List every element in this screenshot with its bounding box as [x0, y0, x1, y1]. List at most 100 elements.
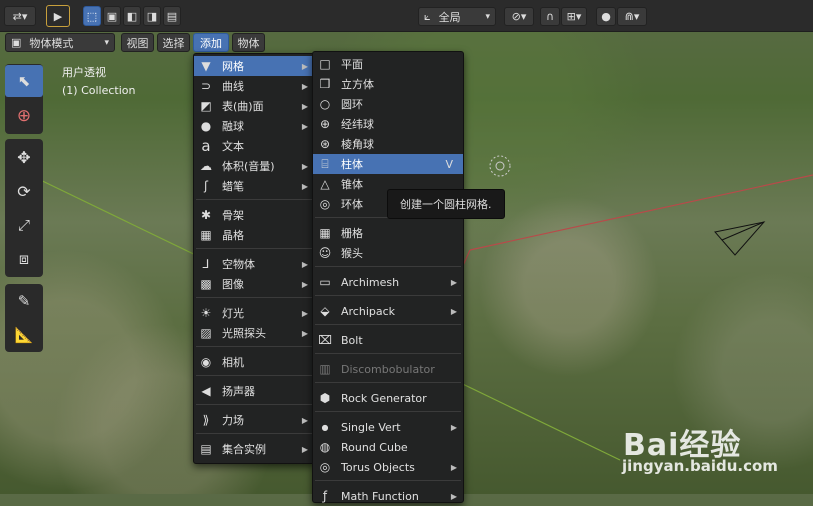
extend-icon: ▣ — [106, 9, 118, 23]
transform-tool[interactable]: ⧈ — [5, 243, 43, 275]
menu-separator — [196, 297, 312, 298]
cylinder-icon: ⌸ — [321, 156, 329, 171]
scale-tool[interactable]: ⤢ — [5, 209, 43, 241]
menu-separator — [196, 248, 312, 249]
rotate-tool[interactable]: ⟳ — [5, 175, 43, 207]
select-extend-button[interactable]: ▣ — [103, 6, 121, 26]
menu-item-cube[interactable]: ❒ 立方体 — [313, 74, 463, 94]
math-icon: ƒ — [322, 489, 328, 503]
menu-separator — [315, 411, 461, 412]
select-new-button[interactable]: ⬚ — [83, 6, 101, 26]
vert-icon: ● — [321, 422, 329, 432]
menu-item-force-field[interactable]: ⟫ 力场 ▶ — [194, 410, 314, 430]
object-menu[interactable]: 物体 — [232, 33, 265, 52]
menu-item-archimesh[interactable]: ▭ Archimesh ▶ — [313, 272, 463, 292]
force-field-icon: ⟫ — [202, 413, 210, 427]
menu-separator — [196, 375, 312, 376]
move-tool[interactable]: ✥ — [5, 141, 43, 173]
menu-item-volume[interactable]: ☁ 体积(音量) ▶ — [194, 156, 314, 176]
add-menu[interactable]: 添加 — [193, 33, 229, 52]
menu-item-metaball[interactable]: ● 融球 ▶ — [194, 116, 314, 136]
camera-icon: ◉ — [200, 355, 212, 369]
menu-item-uv-sphere[interactable]: ⊕ 经纬球 — [313, 114, 463, 134]
menu-item-empty[interactable]: ⅃ 空物体 ▶ — [194, 254, 314, 274]
menu-item-image[interactable]: ▩ 图像 ▶ — [194, 274, 314, 294]
select-intersect-button[interactable]: ▤ — [163, 6, 181, 26]
select-subtract-button[interactable]: ◧ — [123, 6, 141, 26]
menu-item-round-cube[interactable]: ◍ Round Cube — [313, 437, 463, 457]
snap-target-button[interactable]: ⊞▾ — [561, 7, 587, 26]
menu-item-discombobulator[interactable]: ▥ Discombobulator — [313, 359, 463, 379]
editor-type-button[interactable]: ⇄▾ — [4, 6, 36, 26]
submenu-arrow-icon: ▶ — [450, 462, 457, 472]
select-menu[interactable]: 选择 — [157, 33, 190, 52]
transform-icon: ⧈ — [18, 249, 30, 268]
menu-item-ico-sphere[interactable]: ⊛ 棱角球 — [313, 134, 463, 154]
menu-item-curve[interactable]: ⊃ 曲线 ▶ — [194, 76, 314, 96]
submenu-arrow-icon: ▶ — [301, 61, 308, 71]
intersect-icon: ▤ — [166, 9, 178, 23]
pivot-point-button[interactable]: ⊘▾ — [504, 7, 534, 26]
menu-item-grease-pencil[interactable]: ʃ 蜡笔 ▶ — [194, 176, 314, 196]
ruler-icon: 📐 — [14, 326, 34, 344]
submenu-arrow-icon: ▶ — [301, 415, 308, 425]
menu-item-plane[interactable]: □ 平面 — [313, 54, 463, 74]
measure-tool[interactable]: 📐 — [5, 319, 43, 351]
menu-item-math-function[interactable]: ƒ Math Function ▶ — [313, 486, 463, 506]
select-box-tool[interactable]: ⬉ — [5, 65, 43, 97]
submenu-arrow-icon: ▶ — [301, 328, 308, 338]
volume-icon: ☁ — [200, 159, 212, 173]
menu-separator — [196, 433, 312, 434]
submenu-arrow-icon: ▶ — [450, 422, 457, 432]
surface-icon: ◩ — [200, 99, 212, 113]
menu-item-collection-instance[interactable]: ▤ 集合实例 ▶ — [194, 439, 314, 459]
menu-item-text[interactable]: a 文本 — [194, 136, 314, 156]
cursor-arrow-icon: ▶ — [53, 9, 63, 23]
mesh-icon: ▼ — [201, 59, 211, 73]
falloff-button[interactable]: ⋒▾ — [617, 7, 647, 26]
collection-instance-icon: ▤ — [200, 442, 212, 456]
menu-item-torus-objects[interactable]: ◎ Torus Objects ▶ — [313, 457, 463, 477]
menu-item-camera[interactable]: ◉ 相机 — [194, 352, 314, 372]
light-object — [489, 155, 511, 177]
menu-item-lattice[interactable]: ▦ 晶格 — [194, 225, 314, 245]
menu-item-mesh[interactable]: ▼ 网格 ▶ — [194, 56, 314, 76]
annotate-tool[interactable]: ✎ — [5, 285, 43, 317]
chevron-down-icon: ▾ — [104, 37, 109, 48]
menu-item-light[interactable]: ☀ 灯光 ▶ — [194, 303, 314, 323]
view-menu[interactable]: 视图 — [121, 33, 154, 52]
falloff-curve-icon: ⋒▾ — [624, 10, 640, 23]
snap-toggle[interactable]: ∩ — [540, 7, 560, 26]
menu-item-speaker[interactable]: ◀ 扬声器 — [194, 381, 314, 401]
light-probe-icon: ▨ — [200, 326, 212, 340]
add-menu-popup: ▼ 网格 ▶ ⊃ 曲线 ▶ ◩ 表(曲)面 ▶ ● 融球 ▶ a 文本 ☁ 体积(音量) ▶ ʃ 蜡笔 ▶… — [193, 53, 315, 464]
object-mode-icon: ⇄▾ — [12, 9, 28, 23]
menu-item-light-probe[interactable]: ▨ 光照探头 ▶ — [194, 323, 314, 343]
menu-item-grid[interactable]: ▦ 栅格 — [313, 223, 463, 243]
proportional-edit-toggle[interactable]: ● — [596, 7, 616, 26]
select-invert-button[interactable]: ◨ — [143, 6, 161, 26]
select-tool-button[interactable]: ▶ — [46, 5, 70, 27]
submenu-arrow-icon: ▶ — [450, 306, 457, 316]
light-icon: ☀ — [200, 306, 212, 320]
menu-item-monkey[interactable]: ☺ 猴头 — [313, 243, 463, 263]
speaker-icon: ◀ — [201, 384, 211, 398]
menu-item-single-vert[interactable]: ● Single Vert ▶ — [313, 417, 463, 437]
menu-item-surface[interactable]: ◩ 表(曲)面 ▶ — [194, 96, 314, 116]
menu-item-bolt[interactable]: ⌧ Bolt — [313, 330, 463, 350]
bolt-icon: ⌧ — [318, 333, 332, 347]
menu-item-rock-generator[interactable]: ⬢ Rock Generator — [313, 388, 463, 408]
transform-orientation-select[interactable]: ⟀ 全局 ▾ — [418, 7, 496, 26]
menu-item-cylinder[interactable]: ⌸ 柱体 V — [313, 154, 463, 174]
menu-item-archipack[interactable]: ⬙ Archipack ▶ — [313, 301, 463, 321]
torus-icon: ◎ — [319, 197, 331, 211]
image-icon: ▩ — [200, 277, 212, 291]
cursor-tool[interactable]: ⊕ — [5, 100, 43, 132]
viewport-info: 用户透视 (1) Collection — [62, 64, 136, 100]
orientation-icon: ⟀ — [424, 9, 431, 23]
menu-item-armature[interactable]: ✱ 骨架 — [194, 205, 314, 225]
submenu-arrow-icon: ▶ — [301, 121, 308, 131]
mode-select[interactable]: ▣ 物体模式 ▾ — [5, 33, 115, 52]
menu-item-circle[interactable]: ○ 圆环 — [313, 94, 463, 114]
submenu-arrow-icon: ▶ — [301, 279, 308, 289]
